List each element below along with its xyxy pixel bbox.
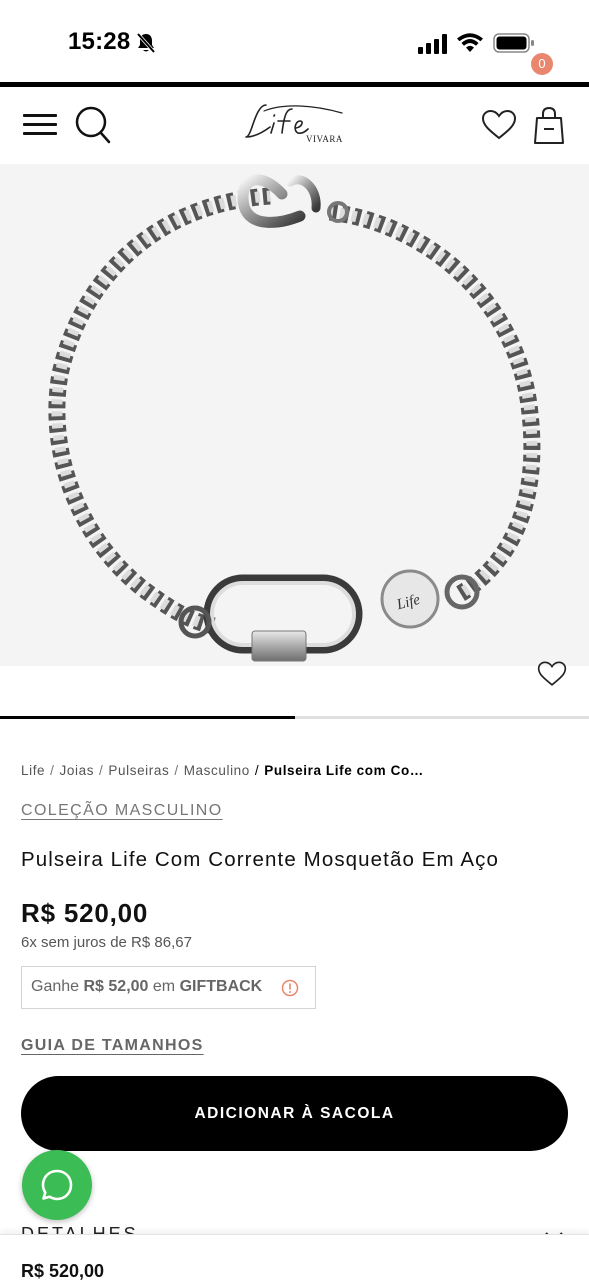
collection-link[interactable]: COLEÇÃO MASCULINO — [21, 802, 223, 820]
installments-text: 6x sem juros de R$ 86,67 — [21, 934, 192, 951]
site-header: VIVARA — [0, 87, 589, 164]
bell-off-icon — [136, 32, 156, 59]
whatsapp-icon — [41, 1169, 73, 1201]
giftback-box: Ganhe R$ 52,00 em GIFTBACK — [21, 966, 316, 1009]
breadcrumb-current: Pulseira Life com Co… — [264, 763, 424, 778]
bracelet-image: Life — [48, 174, 541, 662]
breadcrumb: Life / Joias / Pulseiras / Masculino / Pulseira … — [21, 763, 424, 778]
battery-icon — [493, 33, 535, 58]
brand-logo[interactable]: VIVARA — [244, 101, 348, 150]
add-to-bag-button[interactable]: ADICIONAR À SACOLA — [21, 1076, 568, 1151]
status-time: 15:28 — [68, 28, 131, 55]
gallery-heart-icon[interactable] — [537, 660, 567, 693]
giftback-middle: em — [152, 978, 176, 995]
wishlist-heart-icon[interactable] — [481, 109, 517, 146]
bag-count-badge: 0 — [531, 53, 553, 75]
status-bar: 15:28 — [0, 0, 589, 84]
giftback-prefix: Ganhe — [31, 978, 80, 995]
giftback-label: GIFTBACK — [179, 978, 263, 995]
giftback-amount: R$ 52,00 — [83, 978, 149, 995]
product-image-gallery[interactable]: Life — [0, 164, 589, 666]
cellular-signal-icon — [418, 34, 448, 59]
menu-button[interactable] — [23, 114, 57, 136]
logo-subtext: VIVARA — [306, 134, 343, 144]
size-guide-link[interactable]: GUIA DE TAMANHOS — [21, 1037, 204, 1055]
breadcrumb-item-life[interactable]: Life — [21, 763, 45, 778]
product-title: Pulseira Life Com Corrente Mosquetão Em … — [21, 848, 499, 871]
search-icon[interactable] — [74, 105, 112, 150]
breadcrumb-item-joias[interactable]: Joias — [60, 763, 95, 778]
info-icon[interactable] — [281, 979, 299, 1002]
breadcrumb-item-masculino[interactable]: Masculino — [184, 763, 250, 778]
wifi-icon — [456, 31, 484, 58]
product-price: R$ 520,00 — [21, 898, 149, 928]
breadcrumb-item-pulseiras[interactable]: Pulseiras — [108, 763, 169, 778]
whatsapp-chat-button[interactable] — [22, 1150, 92, 1220]
gallery-progress-indicator — [0, 716, 295, 719]
sticky-price: R$ 520,00 — [21, 1261, 105, 1280]
shopping-bag-icon[interactable] — [532, 105, 566, 152]
